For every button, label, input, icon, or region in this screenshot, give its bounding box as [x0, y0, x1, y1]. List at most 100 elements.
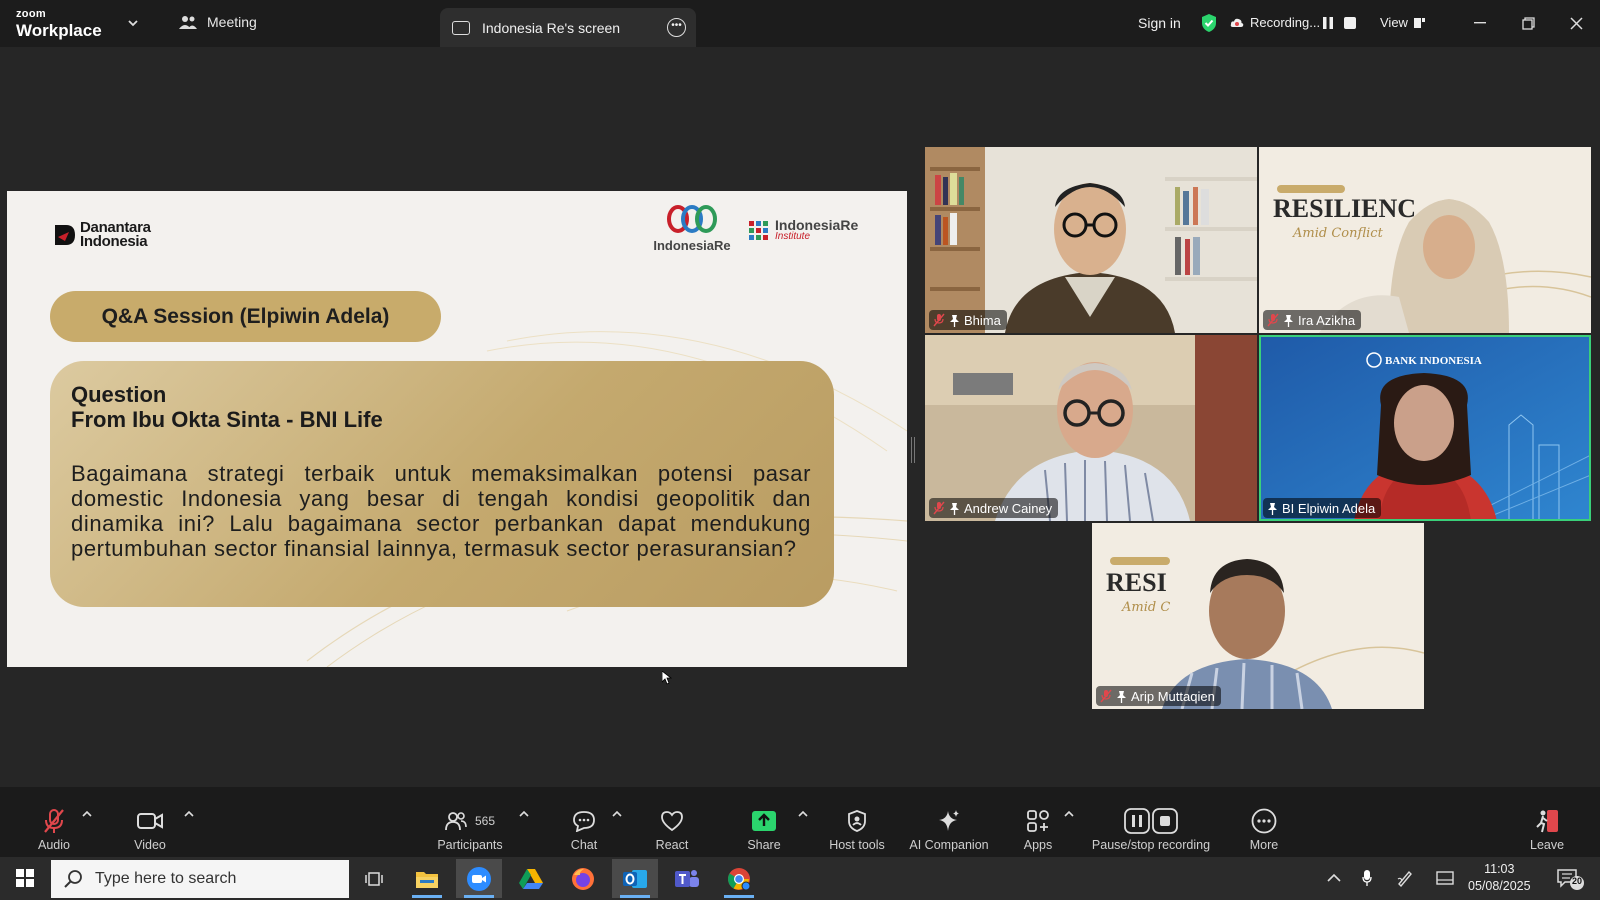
people-icon — [179, 16, 197, 29]
indonesiare-rings-icon — [667, 205, 717, 233]
chat-label: Chat — [570, 838, 598, 852]
view-button[interactable]: View — [1380, 15, 1426, 30]
task-view-icon[interactable] — [352, 859, 398, 898]
stop-recording-icon — [1152, 808, 1178, 834]
video-button[interactable]: Video — [128, 807, 172, 852]
tab-meeting[interactable]: Meeting — [178, 14, 257, 30]
panel-resize-handle[interactable] — [911, 437, 915, 463]
share-screen-icon — [752, 811, 776, 831]
windows-taskbar: Type here to search 11:03 05/08/2025 20 — [0, 857, 1600, 900]
meeting-toolbar: Audio Video 565 Participants Chat React — [0, 787, 1600, 857]
recording-indicator[interactable]: Recording... — [1230, 15, 1320, 30]
mic-muted-icon — [44, 809, 64, 833]
video-options-caret-icon[interactable] — [184, 809, 194, 819]
clock-time: 11:03 — [1484, 862, 1515, 876]
mouse-cursor-icon — [662, 671, 672, 685]
video-tile-andrew-cainey[interactable]: Andrew Cainey — [925, 335, 1257, 521]
taskbar-clock[interactable]: 11:03 05/08/2025 — [1468, 861, 1531, 895]
chrome-icon[interactable] — [716, 859, 762, 898]
minimize-icon[interactable] — [1469, 12, 1491, 34]
pause-stop-recording-button[interactable]: Pause/stop recording — [1088, 807, 1214, 852]
muted-mic-icon — [933, 501, 945, 515]
windows-start-icon[interactable] — [16, 869, 34, 887]
sign-in-link[interactable]: Sign in — [1138, 15, 1181, 31]
video-tile-bhima[interactable]: Bhima — [925, 147, 1257, 333]
audio-options-caret-icon[interactable] — [82, 809, 92, 819]
pause-recording-icon[interactable] — [1320, 15, 1335, 30]
question-header: Question From Ibu Okta Sinta - BNI Life — [71, 382, 383, 432]
pin-icon — [950, 314, 959, 327]
institute-dots-icon — [749, 221, 768, 240]
stop-recording-icon[interactable] — [1342, 15, 1357, 30]
ai-sparkle-icon — [939, 810, 959, 831]
host-tools-button[interactable]: Host tools — [826, 807, 888, 852]
participants-icon — [445, 812, 467, 831]
google-drive-icon[interactable] — [508, 859, 554, 898]
more-options-icon[interactable]: ••• — [667, 18, 686, 37]
react-label: React — [655, 838, 689, 852]
pen-tray-icon[interactable] — [1396, 869, 1414, 887]
apps-options-caret-icon[interactable] — [1064, 809, 1074, 819]
audio-button[interactable]: Audio — [32, 807, 76, 852]
restore-icon[interactable] — [1517, 12, 1539, 34]
chat-options-caret-icon[interactable] — [612, 809, 622, 819]
bi-elpiwin-adela-video-feed: BANK INDONESIA — [1259, 335, 1591, 521]
touch-keyboard-icon[interactable] — [1436, 869, 1454, 887]
tab-meeting-label: Meeting — [207, 14, 257, 30]
outlook-icon[interactable] — [612, 859, 658, 898]
participants-label: Participants — [437, 838, 503, 852]
chat-icon — [573, 811, 595, 832]
andrew-cainey-video-feed — [925, 335, 1257, 521]
microsoft-teams-icon[interactable] — [664, 859, 710, 898]
leave-button[interactable]: Leave — [1530, 807, 1564, 852]
pin-icon — [1117, 690, 1126, 703]
participant-name: Ira Azikha — [1298, 312, 1356, 328]
firefox-icon[interactable] — [560, 859, 606, 898]
audio-label: Audio — [38, 838, 70, 852]
zoom-workplace-logo[interactable]: zoom Workplace — [16, 9, 102, 40]
more-label: More — [1249, 838, 1279, 852]
title-bar: zoom Workplace Meeting Indonesia Re's sc… — [0, 0, 1600, 47]
video-tile-arip-muttaqien[interactable]: RESI Amid C Arip Muttaqien — [1092, 523, 1424, 709]
file-explorer-icon[interactable] — [404, 859, 450, 898]
ira-azikha-video-feed: RESILIENC Amid Conflict — [1259, 147, 1591, 333]
screen-share-icon — [452, 20, 470, 35]
session-title-pill: Q&A Session (Elpiwin Adela) — [50, 291, 441, 342]
banner-text: RESILIENC — [1273, 194, 1416, 223]
share-label: Share — [747, 838, 781, 852]
react-button[interactable]: React — [650, 807, 694, 852]
heart-icon — [661, 811, 683, 832]
close-icon[interactable] — [1565, 12, 1587, 34]
zoom-app: zoom Workplace Meeting Indonesia Re's sc… — [0, 0, 1600, 900]
participant-name: Andrew Cainey — [964, 500, 1053, 516]
chevron-down-icon[interactable] — [126, 16, 140, 30]
video-tile-ira-azikha[interactable]: RESILIENC Amid Conflict Ira Azikha — [1259, 147, 1591, 333]
participants-button[interactable]: 565 Participants — [432, 807, 508, 852]
chat-button[interactable]: Chat — [562, 807, 606, 852]
share-options-caret-icon[interactable] — [798, 809, 808, 819]
zoom-taskbar-icon[interactable] — [456, 859, 502, 898]
microphone-tray-icon[interactable] — [1358, 869, 1376, 887]
encryption-shield-icon[interactable] — [1200, 13, 1218, 33]
ai-companion-button[interactable]: AI Companion — [904, 807, 994, 852]
notification-center-icon[interactable]: 20 — [1556, 867, 1586, 891]
show-hidden-icons-chevron-icon[interactable] — [1325, 869, 1343, 887]
video-camera-icon — [137, 813, 163, 829]
more-button[interactable]: More — [1242, 807, 1286, 852]
participants-options-caret-icon[interactable] — [519, 809, 529, 819]
view-layout-icon — [1413, 17, 1425, 28]
search-placeholder: Type here to search — [95, 870, 237, 887]
video-tile-bi-elpiwin-adela[interactable]: BANK INDONESIA BI Elpiwin Adela — [1259, 335, 1591, 521]
tab-shared-screen[interactable]: Indonesia Re's screen ••• — [440, 8, 696, 47]
pin-icon — [950, 502, 959, 515]
recording-label: Recording... — [1250, 15, 1321, 30]
question-heading: Question — [71, 382, 167, 407]
more-dots-icon — [1251, 808, 1277, 834]
leave-icon — [1536, 810, 1559, 833]
participants-count: 565 — [474, 814, 496, 828]
apps-button[interactable]: Apps — [1016, 807, 1060, 852]
arip-muttaqien-video-feed: RESI Amid C — [1092, 523, 1424, 709]
shared-screen-content[interactable]: Danantara Indonesia IndonesiaRe Indonesi… — [7, 191, 907, 667]
share-button[interactable]: Share — [742, 807, 786, 852]
taskbar-search-input[interactable]: Type here to search — [51, 860, 349, 898]
